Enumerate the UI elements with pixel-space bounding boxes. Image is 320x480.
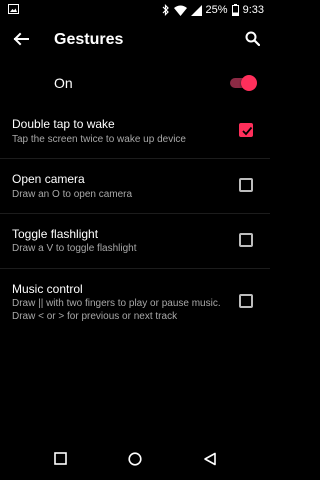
master-switch-label: On bbox=[54, 75, 73, 91]
gestures-screen: 25% 9:33 Gestures On Double tap to wake … bbox=[0, 0, 270, 480]
setting-toggle-flashlight[interactable]: Toggle flashlight Draw a V to toggle fla… bbox=[0, 217, 270, 269]
navigation-bar bbox=[0, 440, 270, 480]
nav-back-button[interactable] bbox=[199, 450, 221, 472]
setting-summary: Draw || with two fingers to play or paus… bbox=[12, 298, 221, 322]
music-control-checkbox[interactable] bbox=[239, 294, 253, 308]
setting-summary: Tap the screen twice to wake up device bbox=[12, 134, 186, 145]
master-switch-row[interactable]: On bbox=[0, 66, 270, 100]
setting-open-camera[interactable]: Open camera Draw an O to open camera bbox=[0, 162, 270, 214]
switch-thumb bbox=[241, 75, 257, 91]
home-button[interactable] bbox=[124, 450, 146, 472]
setting-music-control[interactable]: Music control Draw || with two fingers t… bbox=[0, 272, 270, 334]
battery-icon bbox=[231, 4, 239, 16]
toggle-flashlight-checkbox[interactable] bbox=[239, 233, 253, 247]
search-icon bbox=[245, 31, 260, 51]
app-bar: Gestures bbox=[0, 20, 270, 62]
setting-title: Toggle flashlight bbox=[12, 227, 99, 241]
setting-title: Open camera bbox=[12, 172, 85, 186]
search-button[interactable] bbox=[240, 29, 264, 53]
status-bar: 25% 9:33 bbox=[0, 0, 270, 20]
image-notification-icon bbox=[8, 3, 19, 17]
open-camera-checkbox[interactable] bbox=[239, 178, 253, 192]
home-circle-icon bbox=[128, 451, 142, 471]
double-tap-to-wake-checkbox[interactable] bbox=[239, 123, 253, 137]
bluetooth-icon bbox=[162, 4, 170, 16]
setting-title: Double tap to wake bbox=[12, 117, 115, 131]
divider bbox=[0, 213, 270, 214]
back-button[interactable] bbox=[9, 29, 33, 53]
wifi-icon bbox=[173, 5, 187, 16]
recents-square-icon bbox=[53, 452, 67, 470]
setting-summary: Draw an O to open camera bbox=[12, 189, 133, 200]
divider bbox=[0, 158, 270, 159]
setting-summary: Draw a V to toggle flashlight bbox=[12, 243, 137, 254]
setting-double-tap-to-wake[interactable]: Double tap to wake Tap the screen twice … bbox=[0, 106, 270, 162]
battery-percent: 25% bbox=[205, 4, 228, 16]
recents-button[interactable] bbox=[49, 450, 71, 472]
master-switch-toggle[interactable] bbox=[228, 74, 257, 92]
setting-title: Music control bbox=[12, 282, 83, 296]
clock: 9:33 bbox=[242, 4, 264, 16]
back-triangle-icon bbox=[203, 452, 217, 471]
divider bbox=[0, 268, 270, 269]
arrow-back-icon bbox=[13, 31, 29, 52]
page-title: Gestures bbox=[54, 31, 124, 48]
signal-icon bbox=[190, 4, 202, 16]
